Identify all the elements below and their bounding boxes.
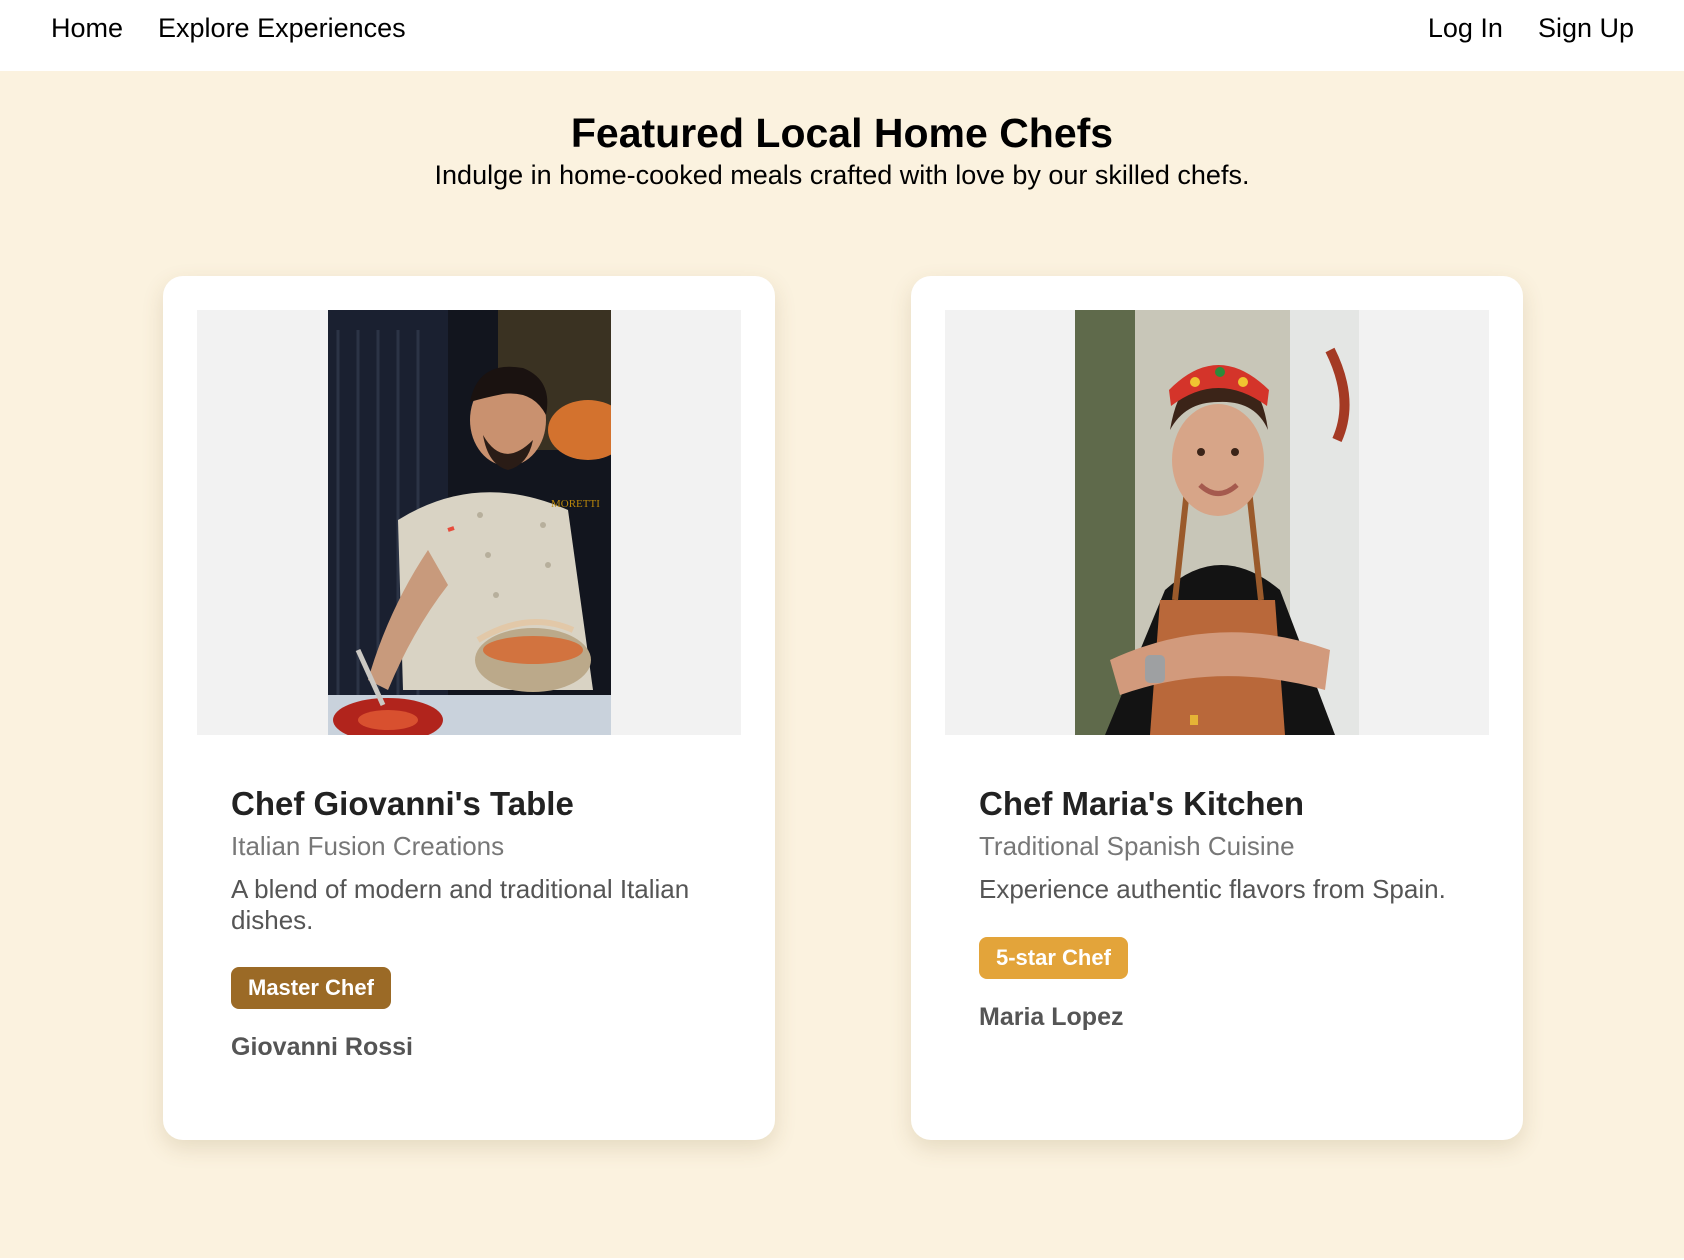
chef-name: Maria Lopez	[979, 1002, 1124, 1031]
chef-badge-5-star: 5-star Chef	[979, 936, 1128, 979]
page-title: Featured Local Home Chefs	[570, 110, 1114, 156]
chef-name: Giovanni Rossi	[231, 1032, 413, 1061]
chef-card-title: Chef Maria's Kitchen	[979, 785, 1305, 822]
nav-home-link[interactable]: Home	[51, 15, 123, 42]
login-link[interactable]: Log In	[1428, 15, 1503, 42]
chef-photo-frame: MORETTI	[197, 310, 741, 735]
main-content: Featured Local Home Chefs Indulge in hom…	[0, 71, 1684, 1258]
chef-card-description: A blend of modern and traditional Italia…	[231, 874, 690, 935]
chef-card-body: Chef Giovanni's Table Italian Fusion Cre…	[231, 785, 725, 1062]
signup-link[interactable]: Sign Up	[1538, 15, 1634, 42]
chef-card-cuisine: Italian Fusion Creations	[231, 831, 505, 862]
top-navigation: Home Explore Experiences Log In Sign Up	[0, 0, 1684, 71]
chef-photo-frame	[945, 310, 1489, 735]
jacket-logo-text: MORETTI	[551, 498, 600, 510]
chef-badge-master: Master Chef	[231, 966, 391, 1009]
chef-card-cuisine: Traditional Spanish Cuisine	[979, 831, 1295, 862]
nav-left: Home Explore Experiences	[51, 15, 406, 42]
chef-photo-maria	[1075, 310, 1359, 735]
chef-card-maria[interactable]: Chef Maria's Kitchen Traditional Spanish…	[911, 276, 1523, 1140]
page-subtitle: Indulge in home-cooked meals crafted wit…	[434, 160, 1250, 190]
nav-right: Log In Sign Up	[1428, 15, 1634, 42]
chef-card-body: Chef Maria's Kitchen Traditional Spanish…	[979, 785, 1473, 1032]
chef-photo-giovanni: MORETTI	[328, 310, 611, 735]
chef-card-description: Experience authentic flavors from Spain.	[979, 874, 1446, 905]
nav-explore-link[interactable]: Explore Experiences	[158, 15, 406, 42]
chef-card-title: Chef Giovanni's Table	[231, 785, 574, 822]
chef-card-giovanni[interactable]: MORETTI Chef Giovanni's Table Italian Fu…	[163, 276, 775, 1140]
